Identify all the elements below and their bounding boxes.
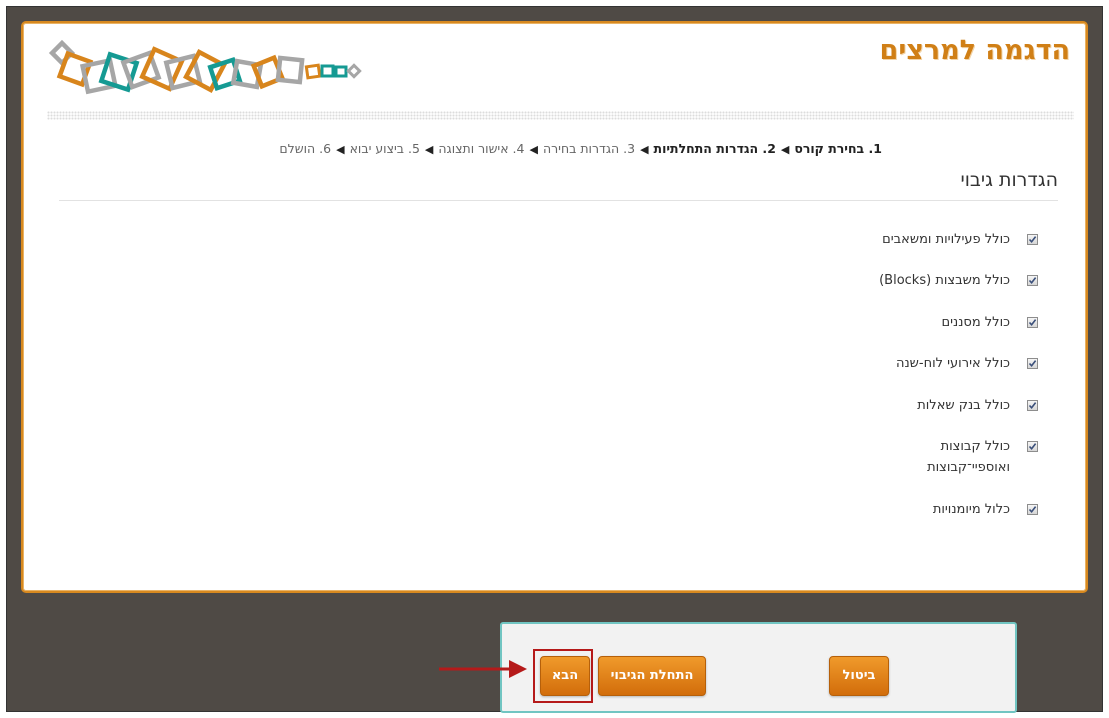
step-separator-arrow: ◀ — [336, 143, 345, 156]
start-backup-button[interactable]: התחלת הגיבוי — [598, 656, 706, 696]
option-include-filters[interactable]: כולל מסננים — [941, 312, 1038, 333]
checkmark-icon — [1028, 402, 1037, 410]
option-include-calendar-events[interactable]: כולל אירועי לוח-שנה — [896, 353, 1038, 374]
action-bar: הבא התחלת הגיבוי ביטול — [500, 622, 1017, 713]
step-separator-arrow: ◀ — [640, 143, 649, 156]
option-include-activities[interactable]: כולל פעילויות ומשאבים — [882, 229, 1038, 250]
section-heading-backup-settings: הגדרות גיבוי — [960, 169, 1058, 191]
cancel-button[interactable]: ביטול — [829, 656, 889, 696]
option-label: כולל בנק שאלות — [917, 398, 1010, 413]
wizard-steps: 1. בחירת קורס ◀ 2. הגדרות התחלתיות ◀ 3. הגדר… — [279, 141, 882, 156]
option-label: כולל משבצות (Blocks) — [879, 273, 1010, 288]
include-filters-checkbox[interactable] — [1027, 317, 1038, 328]
checkmark-icon — [1028, 319, 1037, 327]
option-label: כולל אירועי לוח-שנה — [895, 356, 1010, 371]
checkmark-icon — [1028, 443, 1037, 451]
include-calendar-events-checkbox[interactable] — [1027, 358, 1038, 369]
option-include-competencies[interactable]: כלול מיומנויות — [933, 499, 1038, 520]
header-divider — [47, 111, 1074, 120]
step-complete: 6. הושלם — [279, 141, 332, 156]
step-separator-arrow: ◀ — [780, 143, 790, 156]
step-initial-settings: 2. הגדרות התחלתיות — [653, 141, 776, 156]
option-include-question-bank[interactable]: כולל בנק שאלות — [917, 395, 1038, 416]
main-card: הדגמה למרצים 1. בחירת קורס◀2. הגדרות התח… — [21, 21, 1088, 593]
step-course-selection: 1. בחירת קורס — [794, 141, 882, 156]
page-viewport: הדגמה למרצים 1. בחירת קורס◀2. הגדרות התח… — [6, 6, 1103, 713]
step-confirm-and-review: 4. אישור ותצוגה — [438, 141, 525, 156]
option-include-groups[interactable]: כולל קבוצות ואוספיי־קבוצות — [870, 436, 1038, 478]
section-divider — [59, 200, 1058, 201]
option-include-blocks[interactable]: כולל משבצות (Blocks) — [879, 270, 1038, 291]
site-logo — [48, 39, 362, 95]
option-label: כולל פעילויות ומשאבים — [882, 232, 1010, 247]
pointer-arrow-icon — [439, 660, 527, 678]
site-title: הדגמה למרצים — [879, 35, 1070, 66]
option-label: כולל מסננים — [941, 315, 1010, 330]
checkmark-icon — [1028, 506, 1037, 514]
checkmark-icon — [1028, 236, 1037, 244]
step-separator-arrow: ◀ — [529, 143, 538, 156]
option-label: כלול מיומנויות — [932, 502, 1010, 517]
step-perform-import: 5. ביצוע יבוא — [349, 141, 420, 156]
checkmark-icon — [1028, 277, 1037, 285]
next-button[interactable]: הבא — [540, 656, 590, 696]
step-separator-arrow: ◀ — [424, 143, 434, 156]
include-groups-checkbox[interactable] — [1027, 441, 1038, 452]
step-selection-settings: 3. הגדרות בחירה — [542, 141, 636, 156]
include-activities-checkbox[interactable] — [1027, 234, 1038, 245]
checkmark-icon — [1028, 360, 1037, 368]
include-blocks-checkbox[interactable] — [1027, 275, 1038, 286]
option-label: כולל קבוצות ואוספיי־קבוצות — [927, 439, 1010, 475]
include-question-bank-checkbox[interactable] — [1027, 400, 1038, 411]
include-competencies-checkbox[interactable] — [1027, 504, 1038, 515]
